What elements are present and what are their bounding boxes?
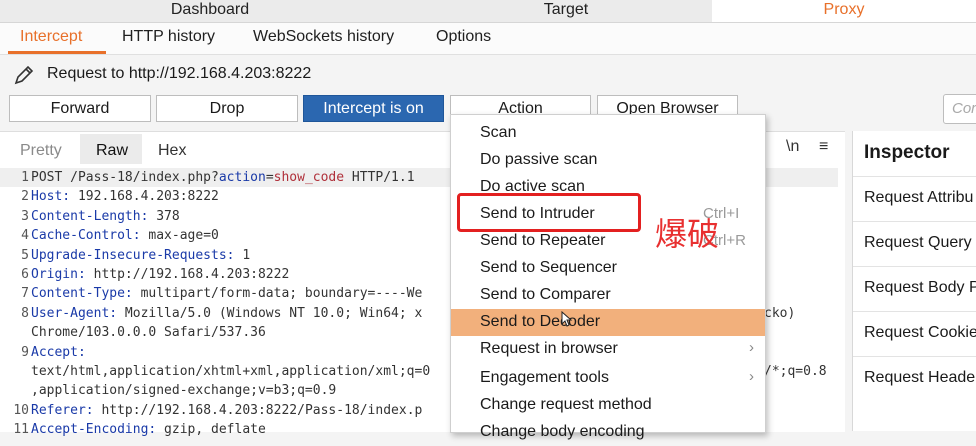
- inspector-panel: Inspector Request Attribu Request Query …: [852, 131, 976, 431]
- inspector-row-query[interactable]: Request Query: [853, 221, 976, 265]
- request-target-label: Request to http://192.168.4.203:8222: [47, 65, 312, 82]
- menu-item-scan[interactable]: Scan: [451, 120, 765, 147]
- annotation-text: 爆破: [655, 215, 720, 253]
- tab-dashboard[interactable]: Dashboard: [0, 0, 420, 22]
- menu-item-engagement-tools[interactable]: Engagement tools ›: [451, 365, 765, 392]
- top-tab-bar: Dashboard Target Proxy: [0, 0, 976, 23]
- newline-toggle-icon[interactable]: \n: [786, 138, 799, 156]
- tab-options[interactable]: Options: [436, 28, 491, 46]
- menu-item-send-to-decoder[interactable]: Send to Decoder: [451, 309, 765, 336]
- tab-hex[interactable]: Hex: [158, 142, 186, 160]
- tab-websockets-history[interactable]: WebSockets history: [253, 28, 394, 46]
- inspector-row-headers[interactable]: Request Heade: [853, 356, 976, 400]
- tab-intercept[interactable]: Intercept: [20, 28, 82, 46]
- menu-item-passive-scan[interactable]: Do passive scan: [451, 147, 765, 174]
- menu-item-request-in-browser[interactable]: Request in browser ›: [451, 336, 765, 363]
- menu-icon[interactable]: ≡: [819, 138, 828, 156]
- search-input[interactable]: Cor: [943, 94, 976, 124]
- menu-item-send-to-sequencer[interactable]: Send to Sequencer: [451, 255, 765, 282]
- inspector-row-body[interactable]: Request Body P: [853, 266, 976, 310]
- active-tab-indicator: [8, 51, 106, 54]
- inspector-title: Inspector: [864, 142, 950, 163]
- menu-item-send-to-comparer[interactable]: Send to Comparer: [451, 282, 765, 309]
- request-header-bar: Request to http://192.168.4.203:8222: [0, 56, 976, 92]
- tab-pretty[interactable]: Pretty: [20, 142, 62, 160]
- annotation-highlight-box: [457, 193, 641, 232]
- proxy-sub-tab-bar: Intercept HTTP history WebSockets histor…: [0, 23, 976, 55]
- drop-button[interactable]: Drop: [156, 95, 298, 122]
- forward-button[interactable]: Forward: [9, 95, 151, 122]
- tab-proxy[interactable]: Proxy: [712, 0, 976, 22]
- tab-http-history[interactable]: HTTP history: [122, 28, 215, 46]
- chevron-right-icon: ›: [749, 368, 754, 385]
- menu-item-change-body-encoding[interactable]: Change body encoding: [451, 419, 765, 446]
- pencil-icon: [14, 65, 34, 85]
- mouse-cursor-icon: [561, 311, 573, 327]
- chevron-right-icon: ›: [749, 339, 754, 356]
- inspector-row-attributes[interactable]: Request Attribu: [853, 176, 976, 220]
- action-context-menu: Scan Do passive scan Do active scan Send…: [450, 114, 766, 440]
- tab-raw[interactable]: Raw: [96, 142, 128, 160]
- inspector-row-cookies[interactable]: Request Cookie: [853, 311, 976, 355]
- tab-target[interactable]: Target: [420, 0, 712, 22]
- intercept-toggle-button[interactable]: Intercept is on: [303, 95, 444, 122]
- menu-item-change-request-method[interactable]: Change request method: [451, 392, 765, 419]
